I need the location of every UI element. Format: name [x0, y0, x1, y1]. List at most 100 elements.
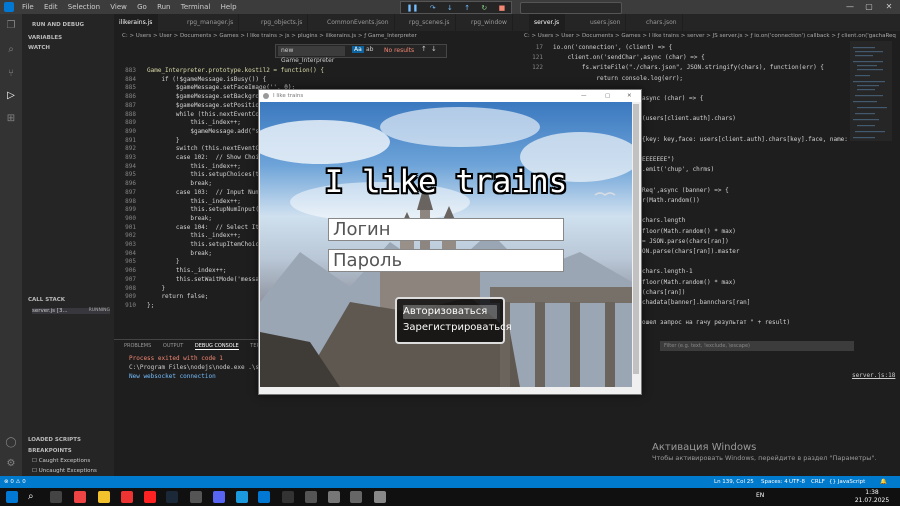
- code-line[interactable]: };: [147, 301, 154, 310]
- extensions-icon[interactable]: ⊞: [5, 113, 17, 125]
- variables-section[interactable]: VARIABLES: [28, 35, 62, 41]
- call-stack-section[interactable]: CALL STACK: [28, 297, 65, 303]
- tab-server-js[interactable]: server.js: [529, 14, 566, 31]
- code-line[interactable]: fs.writeFile("./chars.json", JSON.string…: [553, 63, 824, 72]
- code-line[interactable]: async (char) => {: [642, 94, 703, 103]
- run-debug-icon[interactable]: ▷: [5, 90, 17, 102]
- end-of-line[interactable]: CRLF: [811, 476, 825, 488]
- step-into-icon[interactable]: ↓: [447, 4, 453, 12]
- game-window-titlebar[interactable]: I like trains — ▢ ✕: [259, 90, 641, 102]
- tab-output[interactable]: OUTPUT: [163, 343, 183, 349]
- login-input[interactable]: Логин: [328, 218, 564, 241]
- watch-section[interactable]: WATCH: [28, 45, 50, 51]
- windows-start-icon[interactable]: [6, 491, 18, 503]
- find-input[interactable]: new Game_Interpreter: [278, 46, 345, 64]
- code-line[interactable]: EEEEEEE"): [642, 155, 675, 164]
- code-line[interactable]: (users[client.auth].chars): [642, 114, 736, 123]
- source-control-icon[interactable]: ⑂: [5, 68, 17, 80]
- login-button[interactable]: Авторизоваться: [403, 305, 497, 319]
- arrow-down-icon[interactable]: ↓: [431, 45, 437, 53]
- step-over-icon[interactable]: ↷: [430, 4, 436, 12]
- minimap[interactable]: [850, 41, 892, 339]
- chrome-icon[interactable]: [74, 491, 86, 503]
- code-line[interactable]: floor(Math.random() * max): [642, 278, 736, 287]
- rpgmaker-icon[interactable]: [328, 491, 340, 503]
- encoding[interactable]: UTF-8: [789, 476, 805, 488]
- password-input[interactable]: Пароль: [328, 249, 564, 272]
- code-line[interactable]: return console.log(err);: [553, 74, 683, 83]
- game-taskbar-icon[interactable]: [374, 491, 386, 503]
- telegram-icon[interactable]: [236, 491, 248, 503]
- code-line[interactable]: = JSON.parse(chars[ran]): [642, 237, 729, 246]
- code-line[interactable]: chars.length-1: [642, 267, 693, 276]
- menu-file[interactable]: File: [22, 3, 34, 11]
- tab-rpg-manager[interactable]: rpg_manager.js: [182, 14, 240, 31]
- account-icon[interactable]: ◯: [5, 437, 17, 449]
- discord-icon[interactable]: [213, 491, 225, 503]
- explorer-icon[interactable]: ❐: [5, 20, 17, 32]
- tab-commonevents[interactable]: CommonEvents.json: [322, 14, 395, 31]
- game-close-button[interactable]: ✕: [627, 90, 632, 102]
- game-window-scrollbar[interactable]: [632, 102, 640, 387]
- menu-selection[interactable]: Selection: [68, 3, 100, 11]
- tab-rpg-window[interactable]: rpg_window: [466, 14, 513, 31]
- call-stack-item[interactable]: server.js [3... RUNNING: [32, 308, 110, 314]
- console-filter-input[interactable]: Filter (e.g. text, !exclude, \escape): [660, 341, 854, 351]
- code-line[interactable]: ошел запрос на гачу результат " + result…: [642, 318, 790, 327]
- app-icon[interactable]: [350, 491, 362, 503]
- file-explorer-icon[interactable]: [98, 491, 110, 503]
- tab-chars-json[interactable]: chars.json: [641, 14, 683, 31]
- maximize-button[interactable]: ▢: [862, 0, 876, 14]
- code-line[interactable]: io.on('connection', (client) => {: [553, 43, 672, 52]
- remote-icon[interactable]: ⊗ 0 ⚠ 0: [4, 476, 26, 488]
- code-line[interactable]: ON.parse(chars[ran]).master: [642, 247, 740, 256]
- stop-icon[interactable]: ■: [499, 4, 506, 12]
- code-line[interactable]: chars.length: [642, 216, 685, 225]
- app-icon[interactable]: [305, 491, 317, 503]
- match-case-icon[interactable]: Aa: [352, 46, 364, 53]
- yandex-icon[interactable]: [121, 491, 133, 503]
- restart-icon[interactable]: ↻: [481, 4, 487, 12]
- steam-icon[interactable]: [166, 491, 178, 503]
- game-minimize-button[interactable]: —: [581, 90, 587, 102]
- language-mode[interactable]: {} JavaScript: [829, 476, 865, 488]
- tab-rpg-scenes[interactable]: rpg_scenes.js: [404, 14, 456, 31]
- cursor-position[interactable]: Ln 139, Col 25: [714, 476, 754, 488]
- caught-exceptions-checkbox[interactable]: ☐ Caught Exceptions: [32, 458, 90, 464]
- minimize-button[interactable]: —: [843, 0, 857, 14]
- game-canvas[interactable]: I like trains Логин Пароль Авторизоватьс…: [260, 102, 632, 387]
- menu-edit[interactable]: Edit: [44, 3, 58, 11]
- console-source-link[interactable]: server.js:18: [852, 372, 895, 379]
- tab-rpg-objects[interactable]: rpg_objects.js: [256, 14, 309, 31]
- clock[interactable]: 1:38 21.07.2025: [852, 489, 892, 505]
- indentation[interactable]: Spaces: 4: [761, 476, 788, 488]
- menu-view[interactable]: View: [110, 3, 127, 11]
- bell-icon[interactable]: 🔔: [880, 476, 887, 488]
- command-center[interactable]: [520, 2, 622, 14]
- code-line[interactable]: {key: key,face: users[client.auth].chars…: [642, 135, 850, 144]
- tab-users-json[interactable]: users.json: [585, 14, 627, 31]
- yandex-browser-icon[interactable]: [144, 491, 156, 503]
- code-line[interactable]: r(Math.random()): [642, 196, 700, 205]
- gear-icon[interactable]: ⚙: [5, 458, 17, 470]
- search-icon[interactable]: ⌕: [5, 44, 17, 56]
- menu-go[interactable]: Go: [137, 3, 147, 11]
- code-line[interactable]: floor(Math.random() * max): [642, 227, 736, 236]
- tab-problems[interactable]: PROBLEMS: [124, 343, 151, 349]
- breakpoints-section[interactable]: BREAKPOINTS: [28, 448, 72, 454]
- scrollbar-thumb[interactable]: [633, 104, 639, 374]
- code-line[interactable]: (chars[ran]): [642, 288, 685, 297]
- code-line[interactable]: return false;: [147, 292, 208, 301]
- menu-help[interactable]: Help: [221, 3, 237, 11]
- breadcrumb-left[interactable]: C: > Users > User > Documents > Games > …: [114, 31, 521, 41]
- code-line[interactable]: client.on('sendChar',async (char) => {: [553, 53, 704, 62]
- tab-debug-console[interactable]: DEBUG CONSOLE: [194, 343, 239, 350]
- whole-word-icon[interactable]: ab: [366, 46, 374, 53]
- step-out-icon[interactable]: ↑: [464, 4, 470, 12]
- tab-ilikerains[interactable]: ilikerains.js: [114, 14, 159, 31]
- pause-icon[interactable]: ❚❚: [407, 4, 419, 12]
- menu-run[interactable]: Run: [157, 3, 170, 11]
- uncaught-exceptions-checkbox[interactable]: ☐ Uncaught Exceptions: [32, 468, 97, 474]
- vscode-taskbar-icon[interactable]: [258, 491, 270, 503]
- code-line[interactable]: .emit('chup', chrms): [642, 165, 714, 174]
